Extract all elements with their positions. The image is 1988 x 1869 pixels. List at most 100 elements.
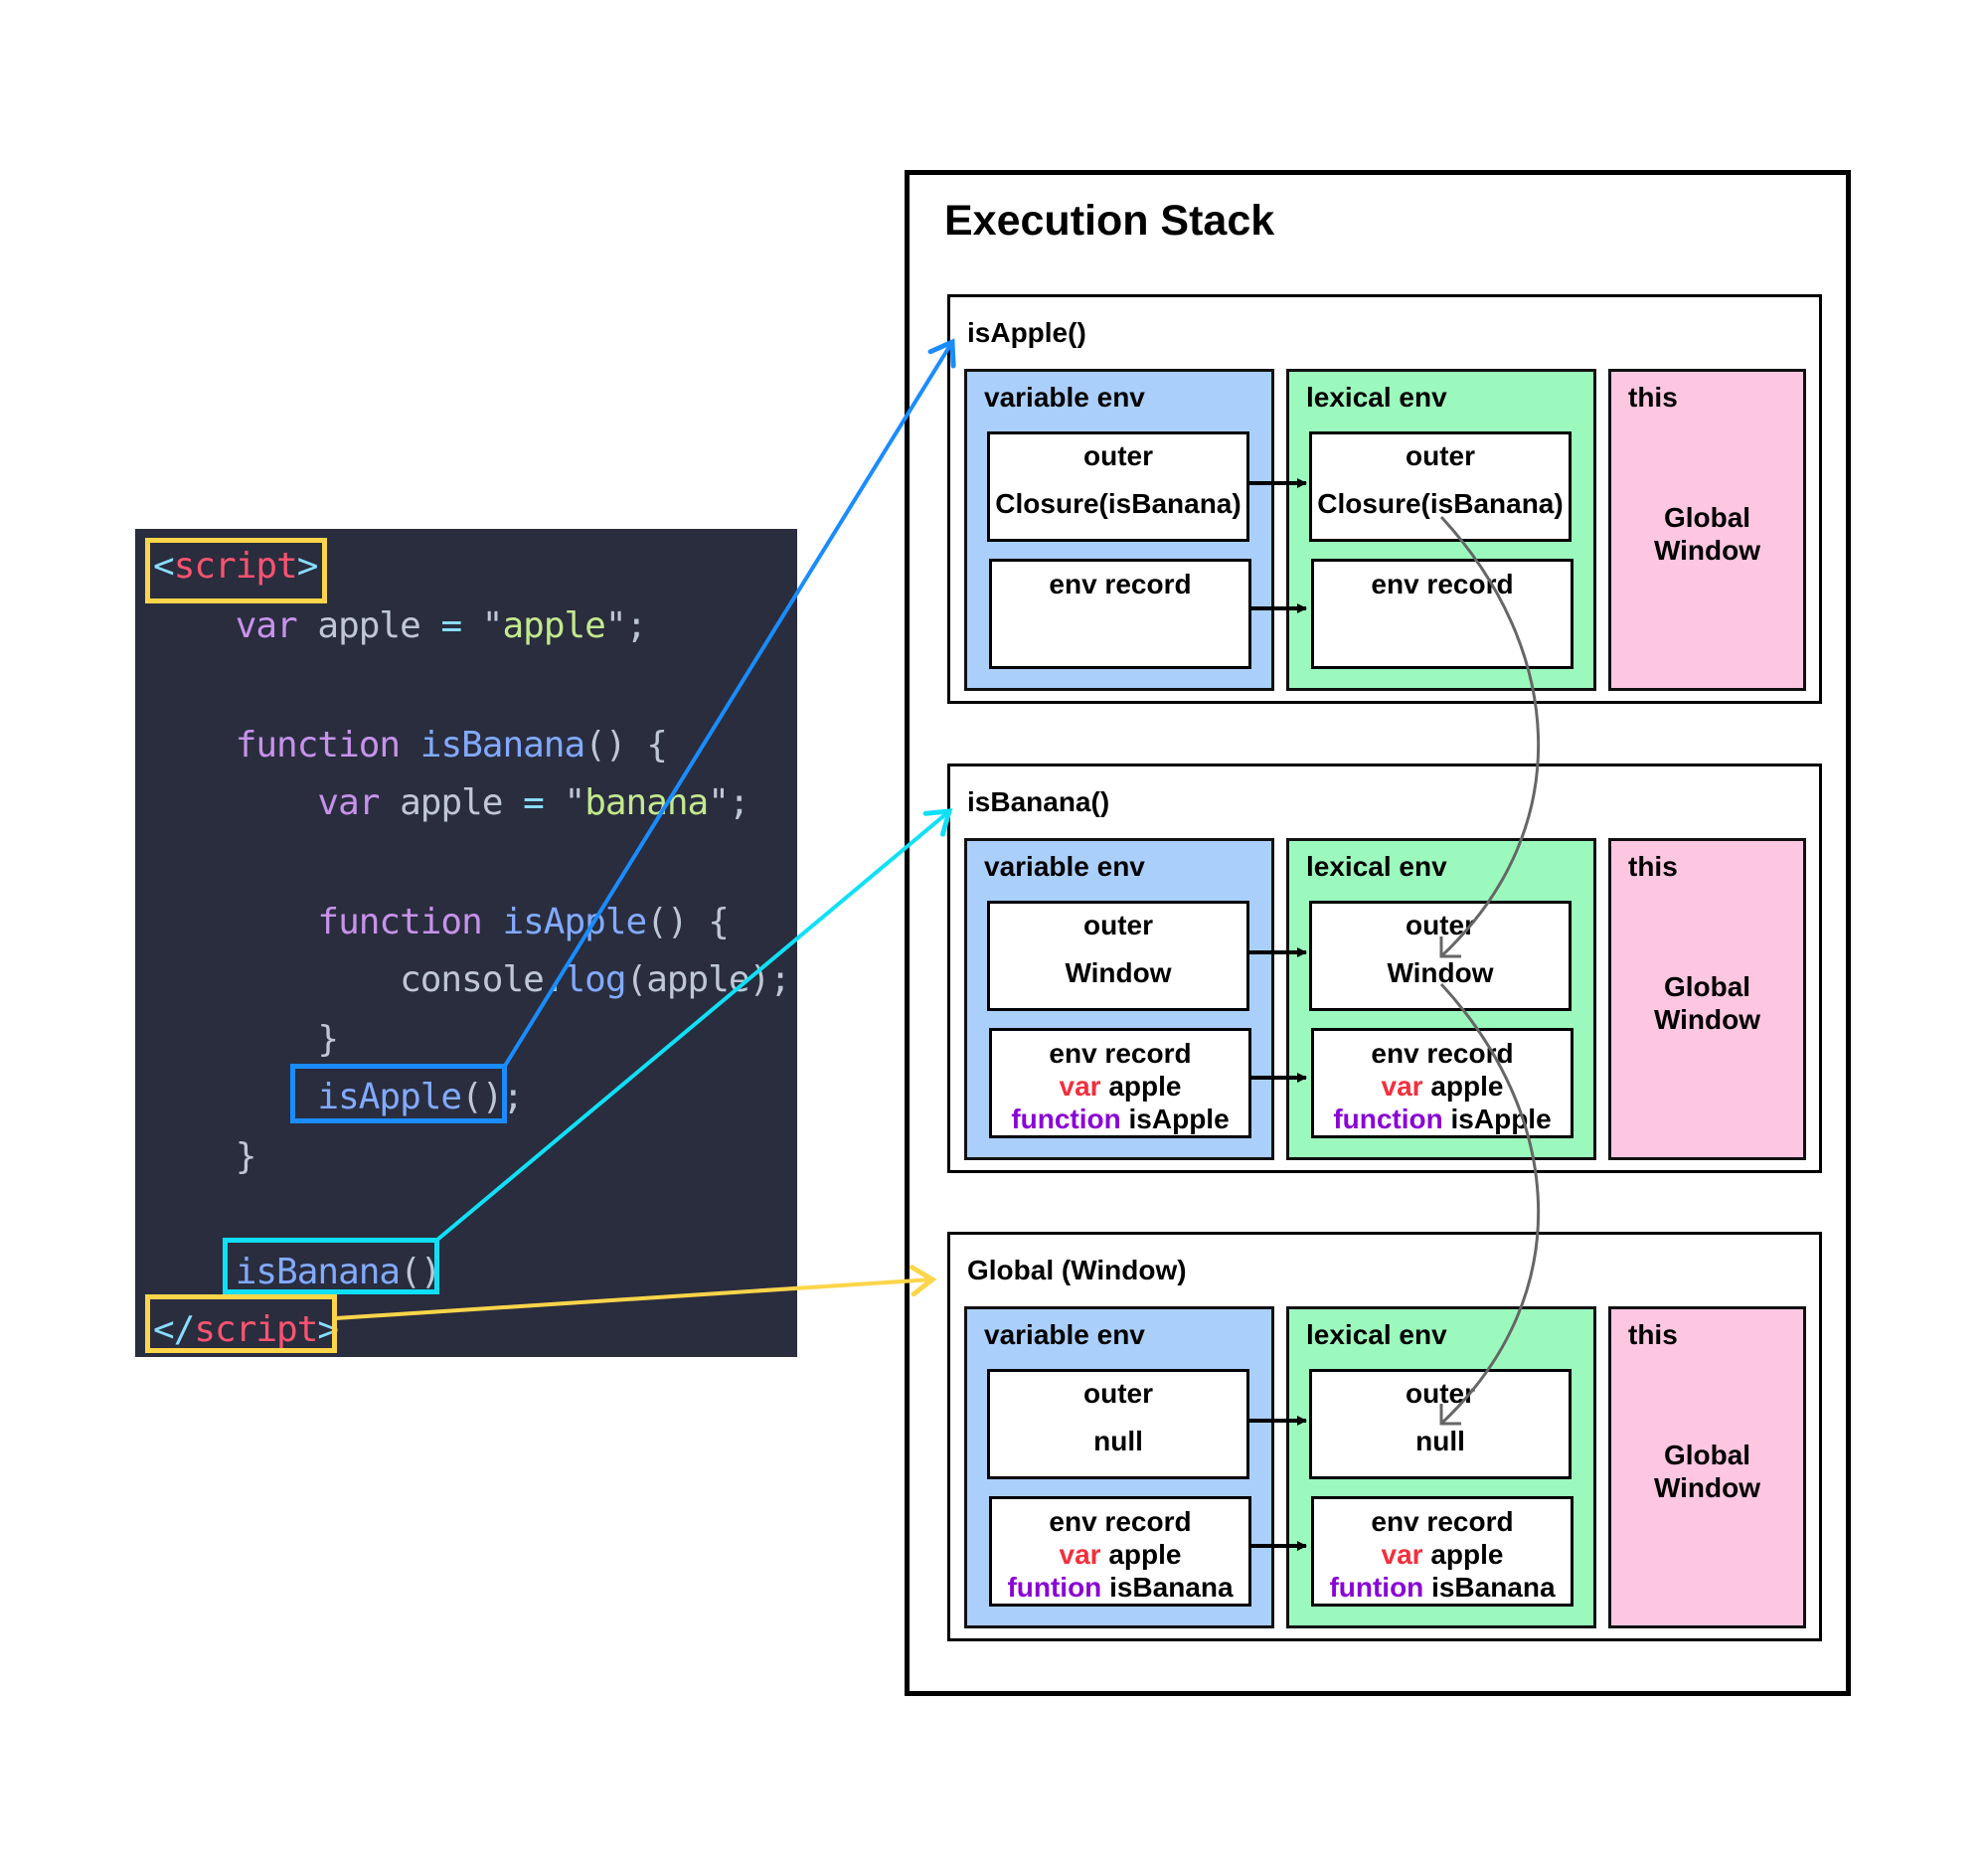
outer-box: outer Window [1309,901,1572,1011]
outer-box: outer Closure(isBanana) [987,431,1249,542]
env-label: lexical env [1306,382,1447,413]
code-token: } [153,1136,257,1177]
record-keyword: var [1059,1071,1101,1102]
record-keyword: function [1333,1104,1443,1134]
this-binding-box: this Global Window [1608,838,1806,1160]
env-record-item: function isApple [992,1103,1248,1135]
record-identifier: apple [1430,1071,1504,1102]
outer-box: outer null [987,1369,1249,1479]
variable-env-box: variable env outer null env record var apple… [964,1306,1274,1628]
record-keyword: funtion [1329,1572,1424,1603]
record-identifier: apple [1430,1539,1504,1570]
outer-value: null [1093,1426,1143,1456]
this-value-line: Global [1663,1440,1751,1470]
record-keyword: funtion [1007,1572,1102,1603]
code-token: = [523,782,545,823]
code-token: (apple); [625,959,791,1000]
code-line: function isApple() { [153,901,729,944]
record-identifier: isBanana [1431,1572,1556,1603]
code-line: function isBanana() { [153,724,668,767]
outer-box: outer Closure(isBanana) [1309,431,1572,542]
execution-context-title: Global (Window) [967,1255,1187,1285]
record-identifier: apple [1108,1071,1182,1102]
env-label: variable env [984,382,1145,413]
this-value: Global Window [1611,501,1803,567]
env-record-box: env record [989,559,1251,669]
outer-box: outer Window [987,901,1249,1011]
this-value-line: Window [1653,535,1761,566]
this-binding-box: this Global Window [1608,1306,1806,1628]
outer-label: outer [1406,1378,1475,1409]
env-record-label: env record [1049,569,1192,599]
record-name [1443,1104,1451,1134]
code-panel: <script> var apple = "apple"; function i… [135,529,797,1357]
this-label: this [1628,1319,1678,1350]
code-line: console.log(apple); [153,958,791,1002]
env-label: lexical env [1306,851,1447,882]
outer-value: Window [1065,957,1172,988]
env-record-item: funtion isBanana [992,1571,1248,1604]
this-binding-box: this Global Window [1608,369,1806,691]
execution-context-title: isBanana() [967,786,1110,817]
outer-box: outer null [1309,1369,1572,1479]
env-record-label: env record [1049,1506,1192,1537]
record-identifier: apple [1108,1539,1182,1570]
outer-label: outer [1406,440,1475,471]
code-token: " [461,605,504,646]
env-record-label: env record [1371,569,1514,599]
env-record-box: env record var apple function isApple [989,1028,1251,1138]
record-name [1423,1572,1431,1603]
code-token: () { [584,725,668,765]
code-token: console [153,959,545,1000]
code-token: apple [502,605,605,646]
script-close-highlight [145,1294,337,1353]
isbanana-call-highlight [223,1238,439,1294]
outer-value: Closure(isBanana) [995,488,1242,519]
record-identifier: isApple [1450,1104,1552,1134]
env-record-box: env record var apple function isApple [1311,1028,1574,1138]
code-token: apple [296,605,441,646]
record-identifier: isBanana [1109,1572,1234,1603]
code-token: = [440,605,462,646]
variable-env-box: variable env outer Window env record var app… [964,838,1274,1160]
record-name [1101,1572,1109,1603]
execution-context-frame: isBanana() variable env outer Window env rec… [947,764,1822,1173]
outer-value: null [1415,1426,1465,1456]
code-token: log [564,959,627,1000]
outer-value: Window [1387,957,1494,988]
env-record-box: env record [1311,559,1574,669]
env-record-item: var apple [1314,1070,1571,1103]
outer-value: Closure(isBanana) [1317,488,1564,519]
code-token: } [153,1019,339,1060]
outer-label: outer [1083,910,1153,940]
code-token: () { [646,902,730,942]
env-record-label: env record [1049,1038,1192,1069]
this-value-line: Window [1653,1004,1761,1035]
code-token: "; [708,782,749,823]
env-label: variable env [984,851,1145,882]
record-name [1121,1104,1129,1134]
execution-context-title: isApple() [967,317,1086,348]
env-label: variable env [984,1319,1145,1350]
env-record-item: var apple [992,1538,1248,1571]
this-value-line: Global [1663,971,1751,1002]
record-keyword: var [1059,1539,1101,1570]
code-token: function [153,725,401,765]
code-token: function [153,902,482,942]
code-line: } [153,1135,257,1179]
env-record-box: env record var apple funtion isBanana [989,1496,1251,1607]
code-token: var [153,782,380,823]
lexical-env-box: lexical env outer Window env record var appl… [1286,838,1596,1160]
env-record-item: function isApple [1314,1103,1571,1135]
env-label: lexical env [1306,1319,1447,1350]
code-token: banana [584,782,709,823]
execution-context-frame: isApple() variable env outer Closure(isBana… [947,294,1822,704]
variable-env-box: variable env outer Closure(isBanana) env re… [964,369,1274,691]
this-value-line: Window [1653,1472,1761,1503]
env-record-item: var apple [992,1070,1248,1103]
code-token: . [543,959,566,1000]
code-token: " [543,782,586,823]
execution-context-frame: Global (Window) variable env outer null env … [947,1232,1822,1641]
this-label: this [1628,382,1678,413]
outer-label: outer [1083,440,1153,471]
